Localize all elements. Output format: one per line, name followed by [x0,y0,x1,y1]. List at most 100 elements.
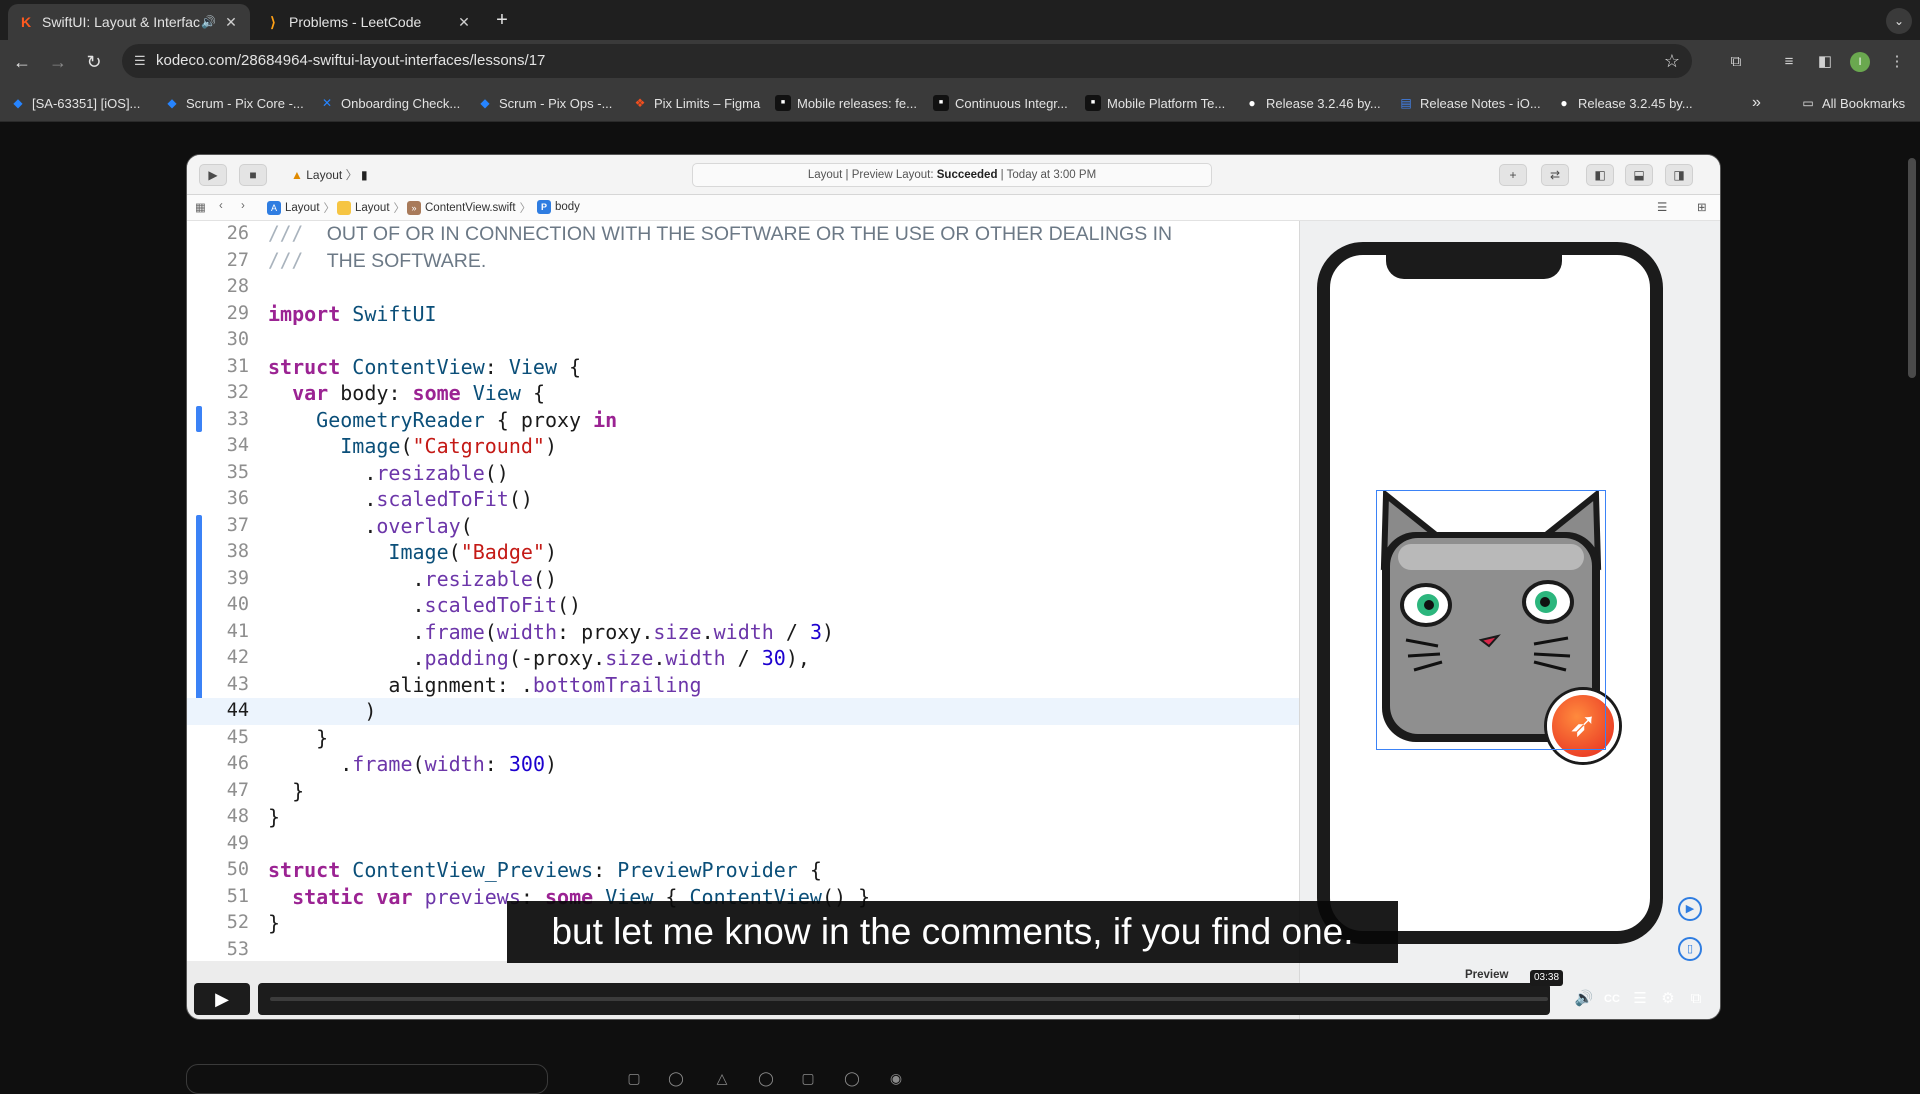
add-icon: + [1499,164,1527,186]
tab-title: SwiftUI: Layout & Interfac [42,14,200,30]
jump-bar: ▦ ‹ › A Layout 〉 Layout 〉 » ContentView.swif… [187,195,1720,221]
code-line: 50 struct ContentView_Previews: PreviewPr… [187,857,1299,884]
forward-icon[interactable]: → [46,50,70,74]
figma-icon: ❖ [634,96,646,110]
tab-leetcode[interactable]: ⟩ Problems - LeetCode ✕ [255,4,483,40]
bookmark-item[interactable]: ◆ Scrum - Pix Ops -... [477,92,612,114]
device-notch [1386,253,1562,279]
build-status: Layout | Preview Layout: Succeeded | Tod… [692,163,1212,187]
code-line: 38 Image("Badge") [187,539,1299,566]
bookmark-star-icon[interactable]: ☆ [1664,44,1680,78]
volume-icon[interactable]: 🔊 [1572,988,1596,1010]
comment-icon[interactable]: ◯ [666,1070,686,1090]
side-panel-icon[interactable]: ◧ [1813,50,1837,74]
help-icon[interactable]: ◯ [842,1070,862,1090]
bookmark-item[interactable]: ▤ Release Notes - iO... [1398,92,1540,114]
code-line: 45 } [187,725,1299,752]
picture-in-picture-icon[interactable]: ⧉ [1684,988,1708,1010]
seek-track[interactable] [270,997,1548,1001]
bookmark-item[interactable]: ◆ Scrum - Pix Core -... [164,92,303,114]
forward-nav-icon: › [241,200,245,212]
bookmark-icon[interactable]: ▢ [624,1070,644,1090]
code-line: 37 .overlay( [187,513,1299,540]
breadcrumb-folder: Layout 〉 [337,200,405,216]
line-number: 36 [226,488,249,509]
leetcode-icon: ⟩ [270,14,276,30]
settings-round-icon[interactable]: ◉ [886,1070,906,1090]
kodeco-icon: K [20,14,32,30]
folder-icon [337,201,351,215]
kebab-menu-icon[interactable]: ⋮ [1885,50,1909,74]
code-line: 41 .frame(width: proxy.size.width / 3) [187,619,1299,646]
bookmark-item[interactable]: ◆ [SA-63351] [iOS]... [10,92,140,114]
line-number: 45 [226,726,249,748]
settings-icon[interactable]: ⚙ [1656,988,1680,1010]
tab-search-button[interactable]: ⌄ [1886,8,1912,34]
info-icon[interactable]: ◯ [756,1070,776,1090]
bookmark-item[interactable]: ■ Continuous Integr... [933,92,1068,114]
bookmarks-bar: ◆ [SA-63351] [iOS]... ◆ Scrum - Pix Core -… [0,84,1920,122]
code-text: .scaledToFit() [268,487,533,511]
video-frame[interactable]: ▶ ■ ▲ Layout 〉 ▮ Layout | Preview Layout… [186,154,1721,1020]
breadcrumb-symbol: Pbody [537,200,580,214]
extensions-icon[interactable]: ⧉ [1724,50,1748,74]
chevron-right-icon: 〉 [345,168,358,182]
reload-icon[interactable]: ↻ [82,50,106,74]
line-number: 50 [226,859,249,880]
bookmark-item[interactable]: ● Release 3.2.45 by... [1556,92,1692,114]
bookmark-item[interactable]: ✕ Onboarding Check... [319,92,460,114]
close-tab-icon[interactable]: ✕ [222,14,240,31]
line-number: 47 [226,779,249,801]
address-bar[interactable]: ☰ kodeco.com/28684964-swiftui-layout-int… [122,44,1692,78]
code-text: } [268,725,329,750]
seek-bar[interactable] [258,983,1550,1015]
notes-input[interactable] [186,1064,548,1094]
speaker-icon[interactable]: 🔊 [201,15,216,29]
code-editor: 26 /// OUT OF OR IN CONNECTION WITH THE S… [187,221,1299,961]
code-line: 39 .resizable() [187,566,1299,593]
download-icon[interactable]: ▢ [798,1070,818,1090]
transcript-icon[interactable]: ☰ [1628,988,1652,1010]
selection-outline [1376,490,1606,750]
code-text: ) [268,699,377,723]
code-comment: /// OUT OF OR IN CONNECTION WITH THE SOF… [268,222,1173,245]
captions-icon[interactable]: CC [1600,988,1624,1010]
code-line: 29 import SwiftUI [187,301,1299,328]
line-number: 32 [226,382,249,403]
close-tab-icon[interactable]: ✕ [455,14,473,31]
profile-avatar[interactable]: I [1850,52,1870,72]
more-bookmarks-icon[interactable]: » [1752,92,1761,114]
code-line: 28 [187,274,1299,301]
code-text: struct ContentView: View { [268,354,582,379]
share-icon[interactable]: △ [712,1070,732,1090]
code-text: } [268,778,305,803]
stop-icon: ■ [239,164,267,186]
breadcrumb-file: » ContentView.swift 〉 [407,200,531,216]
github-icon: ● [1560,96,1568,110]
bookmark-item[interactable]: ❖ Pix Limits – Figma [632,92,761,114]
new-tab-button[interactable]: + [490,8,514,32]
jira-icon: ◆ [13,96,23,110]
device-icon: ▮ [360,168,368,182]
bookmark-item[interactable]: ■ Mobile releases: fe... [775,92,917,114]
line-number: 27 [226,249,249,271]
left-panel-icon: ◧ [1586,164,1614,186]
tab-swiftui-layout[interactable]: K SwiftUI: Layout & Interfac 🔊 ✕ [8,4,250,40]
bookmark-item[interactable]: ■ Mobile Platform Te... [1085,92,1225,114]
bookmark-item[interactable]: ● Release 3.2.46 by... [1244,92,1380,114]
back-nav-icon: ‹ [219,200,223,212]
page-scrollbar[interactable] [1908,158,1916,378]
code-text: alignment: .bottomTrailing [388,672,702,697]
code-line: 42 .padding(-proxy.size.width / 30), [187,645,1299,672]
play-button[interactable]: ▶ [194,983,250,1015]
site-info-icon[interactable]: ☰ [134,44,146,78]
swift-file-icon: » [407,201,421,215]
all-bookmarks[interactable]: ▭ All Bookmarks [1800,92,1905,114]
code-text: import SwiftUI [268,301,437,326]
right-panel-icon: ◨ [1665,164,1693,186]
media-controls-icon[interactable]: ≡ [1777,50,1801,74]
app-target-icon: ▲ [291,168,303,182]
device-settings-icon: ▯ [1678,937,1702,961]
back-icon[interactable]: ← [10,50,34,74]
code-comment: /// THE SOFTWARE. [268,248,487,272]
